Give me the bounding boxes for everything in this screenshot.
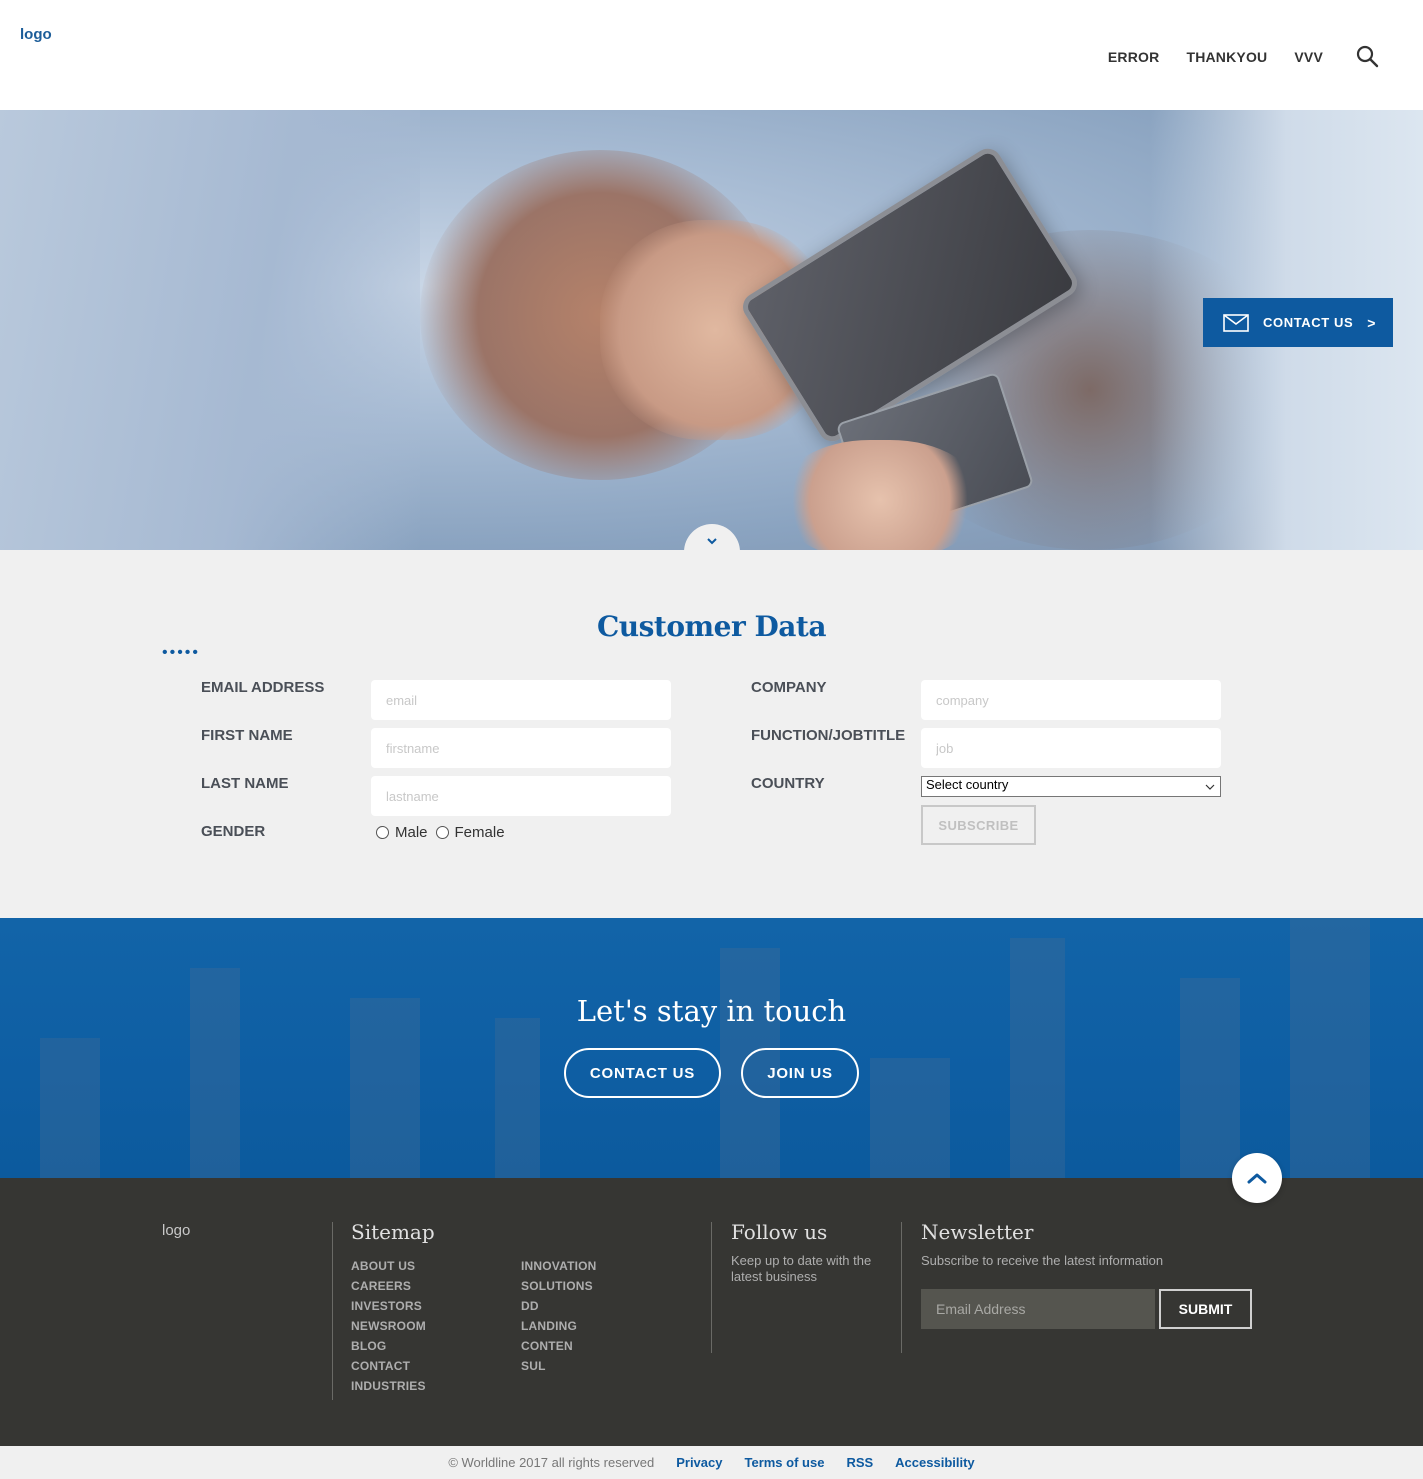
sitemap-col-2: INNOVATION SOLUTIONS DD LANDING CONTEN S… — [521, 1256, 597, 1376]
skyline-building — [40, 1038, 100, 1178]
terms-link[interactable]: Terms of use — [744, 1455, 824, 1470]
hero-contact-label: CONTACT US — [1263, 315, 1354, 330]
country-label: COUNTRY — [751, 775, 825, 792]
gender-male-label: Male — [395, 824, 428, 841]
email-field[interactable] — [371, 680, 671, 720]
chevron-up-icon — [1247, 1173, 1267, 1184]
sitemap-link[interactable]: ABOUT US — [351, 1256, 426, 1276]
skyline-building — [495, 1018, 540, 1178]
follow-title: Follow us — [731, 1220, 828, 1244]
search-icon[interactable] — [1355, 44, 1379, 68]
jobtitle-field[interactable] — [921, 728, 1221, 768]
nav-item-vvv[interactable]: VVV — [1294, 49, 1323, 65]
gender-label: GENDER — [201, 823, 266, 840]
country-select[interactable]: Select country — [921, 776, 1221, 797]
newsletter-title: Newsletter — [921, 1220, 1034, 1244]
country-select-value: Select country — [926, 777, 1009, 792]
site-header: logo ERROR THANKYOU VVV — [0, 0, 1423, 110]
gender-male-radio[interactable] — [376, 826, 389, 839]
sitemap-link[interactable]: CONTACT — [351, 1356, 426, 1376]
customer-data-section: Customer Data ••••• EMAIL ADDRESS FIRST … — [0, 550, 1423, 918]
footer-logo[interactable]: logo — [162, 1222, 190, 1239]
sitemap-link[interactable]: BLOG — [351, 1336, 426, 1356]
sitemap-title: Sitemap — [351, 1220, 435, 1244]
gender-radio-group: Male Female — [376, 824, 513, 841]
nav-item-error[interactable]: ERROR — [1108, 49, 1160, 65]
hero-contact-button[interactable]: CONTACT US > — [1203, 298, 1393, 347]
rss-link[interactable]: RSS — [846, 1455, 873, 1470]
newsletter-submit-button[interactable]: SUBMIT — [1159, 1289, 1252, 1329]
firstname-field[interactable] — [371, 728, 671, 768]
subscribe-button[interactable]: SUBSCRIBE — [921, 805, 1036, 845]
gender-female-label: Female — [454, 824, 505, 841]
skyline-building — [1290, 918, 1370, 1178]
main-nav: ERROR THANKYOU VVV — [1108, 49, 1323, 65]
email-label: EMAIL ADDRESS — [201, 679, 325, 696]
site-footer: logo Sitemap ABOUT US CAREERS INVESTORS … — [0, 1178, 1423, 1446]
chevron-right-icon: > — [1367, 314, 1377, 331]
sitemap-link[interactable]: LANDING — [521, 1316, 597, 1336]
follow-text: Keep up to date with the latest business — [731, 1253, 872, 1284]
footer-divider — [711, 1222, 712, 1353]
chevron-down-icon — [707, 538, 717, 545]
sitemap-col-1: ABOUT US CAREERS INVESTORS NEWSROOM BLOG… — [351, 1256, 426, 1396]
sitemap-link[interactable]: SUL — [521, 1356, 597, 1376]
contact-us-button[interactable]: CONTACT US — [564, 1048, 721, 1098]
sitemap-link[interactable]: INDUSTRIES — [351, 1376, 426, 1396]
logo[interactable]: logo — [20, 26, 52, 43]
gender-female-radio[interactable] — [435, 826, 449, 839]
touch-title: Let's stay in touch — [576, 994, 847, 1028]
sitemap-link[interactable]: INNOVATION — [521, 1256, 597, 1276]
sitemap-link[interactable]: CONTEN — [521, 1336, 597, 1356]
section-title: Customer Data — [597, 610, 826, 643]
lastname-label: LAST NAME — [201, 775, 289, 792]
hero-hand — [780, 440, 980, 550]
back-to-top-button[interactable] — [1232, 1153, 1282, 1203]
newsletter-email-input[interactable] — [921, 1289, 1155, 1329]
sitemap-link[interactable]: SOLUTIONS — [521, 1276, 597, 1296]
hero-bg-shape — [0, 110, 420, 550]
company-field[interactable] — [921, 680, 1221, 720]
decorative-dots: ••••• — [162, 644, 201, 661]
jobtitle-label: FUNCTION/JOBTITLE — [751, 727, 906, 744]
footer-divider — [901, 1222, 902, 1353]
company-label: COMPANY — [751, 679, 827, 696]
skyline-building — [870, 1058, 950, 1178]
newsletter-text: Subscribe to receive the latest informat… — [921, 1253, 1164, 1268]
chevron-down-icon — [1205, 784, 1215, 790]
nav-item-thankyou[interactable]: THANKYOU — [1186, 49, 1267, 65]
lastname-field[interactable] — [371, 776, 671, 816]
sitemap-link[interactable]: CAREERS — [351, 1276, 426, 1296]
sitemap-link[interactable]: INVESTORS — [351, 1296, 426, 1316]
privacy-link[interactable]: Privacy — [676, 1455, 722, 1470]
hero-image: CONTACT US > — [0, 110, 1423, 550]
join-us-button[interactable]: JOIN US — [741, 1048, 859, 1098]
legal-bar: © Worldline 2017 all rights reserved Pri… — [0, 1446, 1423, 1479]
firstname-label: FIRST NAME — [201, 727, 293, 744]
footer-divider — [332, 1222, 333, 1400]
copyright: © Worldline 2017 all rights reserved — [448, 1455, 655, 1470]
accessibility-link[interactable]: Accessibility — [895, 1455, 975, 1470]
skyline-building — [1010, 938, 1065, 1178]
sitemap-link[interactable]: NEWSROOM — [351, 1316, 426, 1336]
sitemap-link[interactable]: DD — [521, 1296, 597, 1316]
mail-icon — [1223, 313, 1249, 332]
stay-in-touch-section: Let's stay in touch CONTACT US JOIN US — [0, 918, 1423, 1178]
